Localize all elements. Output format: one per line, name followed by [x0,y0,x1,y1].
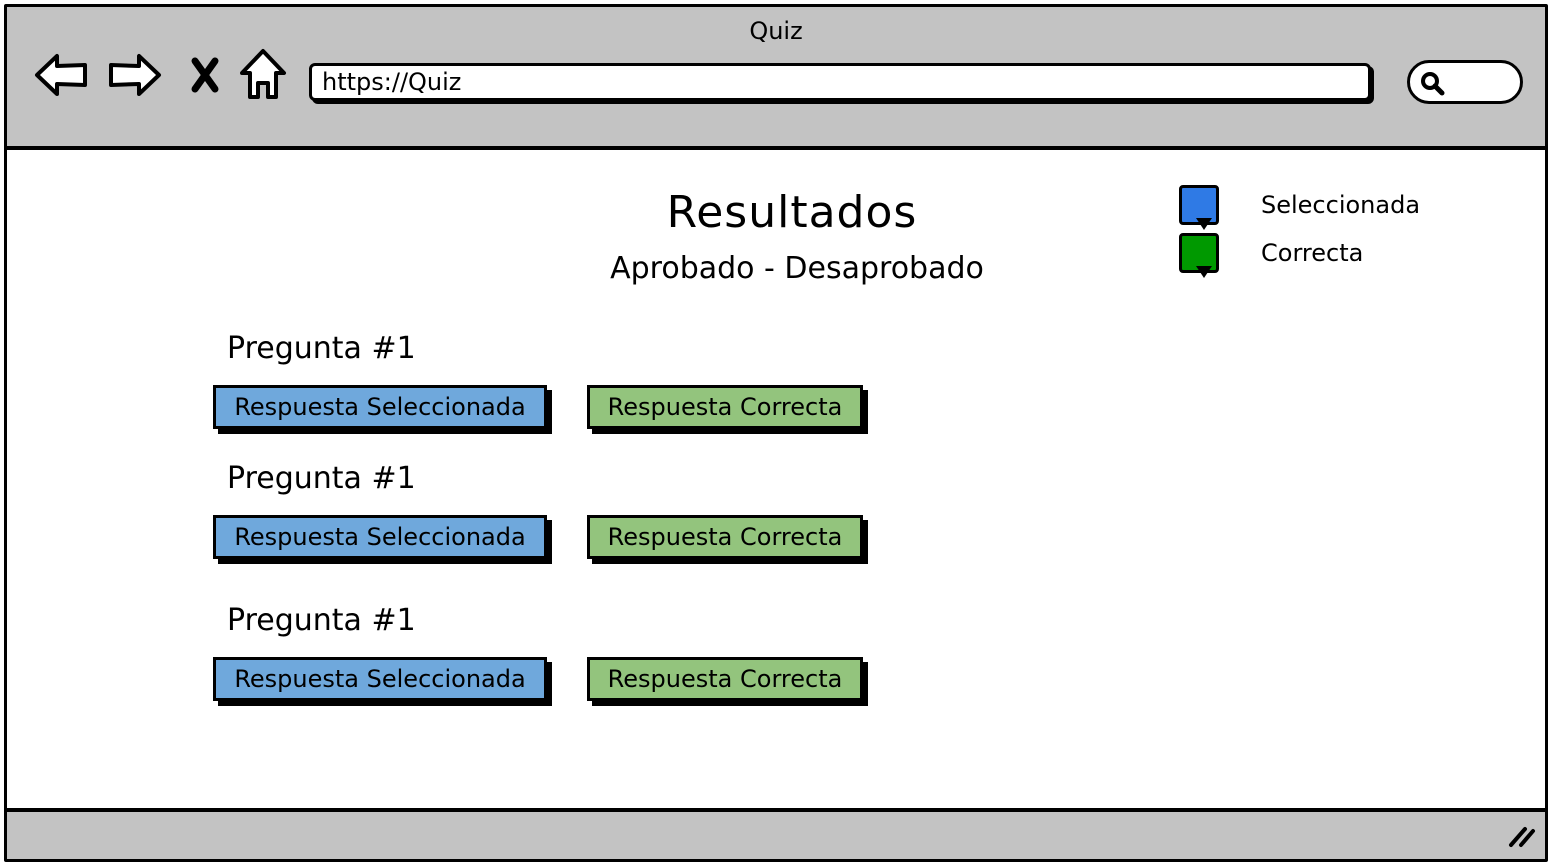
legend-item-selected: Seleccionada [1179,185,1421,230]
main-content: Resultados Aprobado - Desaprobado Selecc… [7,150,1545,805]
legend-label-correct: Correcta [1261,239,1364,267]
correct-answer-button[interactable]: Respuesta Correcta [587,657,863,701]
correct-answer-button[interactable]: Respuesta Correcta [587,385,863,429]
question-label: Pregunta #1 [227,603,416,638]
correct-answer-button[interactable]: Respuesta Correcta [587,515,863,559]
legend-label-selected: Seleccionada [1261,191,1421,219]
search-icon [1418,69,1446,101]
question-label: Pregunta #1 [227,461,416,496]
selected-answer-button[interactable]: Respuesta Seleccionada [213,515,547,559]
legend-swatch-selected [1179,185,1219,230]
home-icon[interactable] [235,47,291,103]
browser-toolbar: Quiz https://Quiz [7,7,1545,150]
forward-arrow-icon[interactable] [107,47,163,103]
window-title: Quiz [749,17,803,45]
selected-answer-button[interactable]: Respuesta Seleccionada [213,657,547,701]
resize-grip-icon[interactable] [1507,823,1537,853]
selected-answer-button[interactable]: Respuesta Seleccionada [213,385,547,429]
address-bar[interactable]: https://Quiz [309,63,1371,101]
question-label: Pregunta #1 [227,331,416,366]
back-arrow-icon[interactable] [33,47,89,103]
status-bar [7,808,1545,859]
close-icon[interactable] [177,47,233,103]
legend-swatch-correct [1179,233,1219,278]
legend-item-correct: Correcta [1179,233,1364,278]
address-text: https://Quiz [322,68,462,96]
search-input[interactable] [1407,60,1523,104]
browser-window: Quiz https://Quiz Resultados Aprobado - … [4,4,1548,862]
